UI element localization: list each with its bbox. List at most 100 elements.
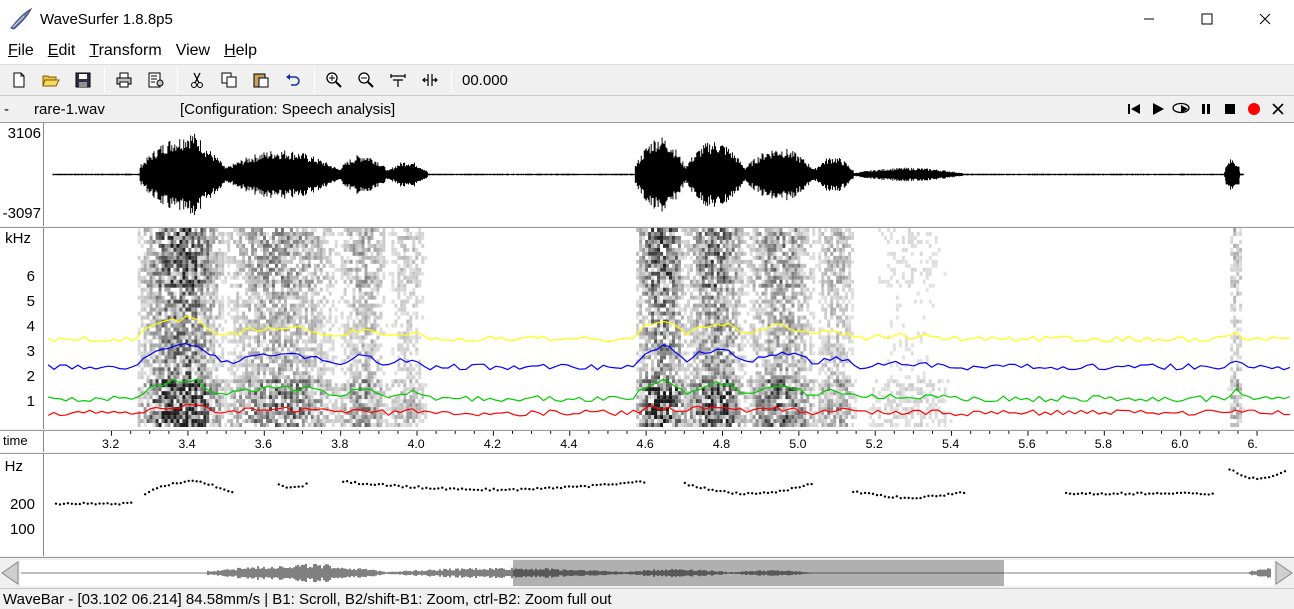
spectrogram-cell <box>657 283 661 288</box>
spectrogram-cell <box>286 319 290 324</box>
spectrogram-cell <box>654 399 658 404</box>
play-loop-button[interactable] <box>1170 98 1194 120</box>
copy-button[interactable] <box>216 67 242 93</box>
spectrogram-cell <box>277 251 281 256</box>
spectrogram-cell <box>182 299 186 304</box>
spectrogram-cell <box>277 331 281 336</box>
spectrogram-cell <box>307 423 311 428</box>
undo-button[interactable] <box>280 67 306 93</box>
zoom-selection-button[interactable] <box>385 67 411 93</box>
pause-button[interactable] <box>1194 98 1218 120</box>
spectrogram-cell <box>707 375 711 380</box>
spectrogram-cell <box>370 423 374 428</box>
spectrogram-cell <box>143 323 147 328</box>
spectrogram-cell <box>406 347 410 352</box>
spectrogram-cell <box>200 239 204 244</box>
spectrogram-cell <box>692 391 696 396</box>
spectrogram-cell <box>403 283 407 288</box>
spectrogram-cell <box>251 415 255 420</box>
spectrogram-cell <box>755 271 759 276</box>
spectrogram-cell <box>298 391 302 396</box>
spectrogram-cell <box>340 271 344 276</box>
spectrogram-pane[interactable]: kHz 6 5 4 3 2 1 <box>0 227 1294 429</box>
spectrogram-cell <box>722 415 726 420</box>
spectrogram-cell <box>218 251 222 256</box>
menu-edit[interactable]: Edit <box>48 42 76 60</box>
spectrogram-cell <box>728 327 732 332</box>
spectrogram-cell <box>140 351 144 356</box>
spectrogram-cell <box>657 411 661 416</box>
close-window-button[interactable] <box>1236 0 1294 38</box>
spectrogram-cell <box>740 347 744 352</box>
spectrogram-cell <box>674 391 678 396</box>
waveform-plot[interactable] <box>45 123 1294 226</box>
spectrogram-cell <box>277 235 281 240</box>
spectrogram-cell <box>242 419 246 424</box>
spectrogram-cell <box>164 263 168 268</box>
spectrogram-cell <box>310 323 314 328</box>
minimize-button[interactable] <box>1120 0 1178 38</box>
spectrogram-cell <box>194 255 198 260</box>
spectrogram-cell <box>188 251 192 256</box>
play-button[interactable] <box>1146 98 1170 120</box>
spectrogram-cell <box>343 287 347 292</box>
paste-button[interactable] <box>248 67 274 93</box>
cut-button[interactable] <box>184 67 210 93</box>
spectrogram-cell <box>701 307 705 312</box>
close-panel-button[interactable] <box>1266 98 1290 120</box>
spectrogram-cell <box>674 263 678 268</box>
print-button[interactable] <box>111 67 137 93</box>
waveform-pane[interactable]: 3106 -3097 <box>0 122 1294 226</box>
spectrogram-cell <box>179 263 183 268</box>
zoom-in-button[interactable] <box>321 67 347 93</box>
record-button[interactable] <box>1242 98 1266 120</box>
spectrogram-cell <box>734 279 738 284</box>
spectrogram-cell <box>155 263 159 268</box>
spectrogram-cell <box>370 259 374 264</box>
maximize-button[interactable] <box>1178 0 1236 38</box>
spectrogram-cell <box>358 383 362 388</box>
spectrogram-cell <box>230 283 234 288</box>
spectrogram-cell <box>349 363 353 368</box>
spectrogram-cell <box>728 243 732 248</box>
spectrogram-cell <box>316 379 320 384</box>
spectrogram-cell <box>268 295 272 300</box>
spectrogram-cell <box>254 287 258 292</box>
spectrogram-cell <box>149 251 153 256</box>
spectrogram-cell <box>310 315 314 320</box>
spectrogram-plot[interactable] <box>45 228 1294 429</box>
spectrogram-cell <box>280 391 284 396</box>
spectrogram-cell <box>158 287 162 292</box>
properties-button[interactable] <box>143 67 169 93</box>
menu-file[interactable]: File <box>8 42 34 60</box>
spectrogram-cell <box>746 291 750 296</box>
spectrogram-cell <box>713 331 717 336</box>
skip-start-button[interactable] <box>1122 98 1146 120</box>
menu-help[interactable]: Help <box>224 42 257 60</box>
spectrogram-cell <box>307 255 311 260</box>
spectrogram-cell <box>164 339 168 344</box>
spectrogram-cell <box>734 391 738 396</box>
spectrogram-cell <box>657 291 661 296</box>
new-file-button[interactable] <box>6 67 32 93</box>
spectrogram-cell <box>143 228 147 232</box>
panel-menu-button[interactable]: - <box>4 101 24 118</box>
save-button[interactable] <box>70 67 96 93</box>
spectrogram-cell <box>194 299 198 304</box>
spectrogram-cell <box>334 415 338 420</box>
open-button[interactable] <box>38 67 64 93</box>
zoom-out-button[interactable] <box>353 67 379 93</box>
spectrogram-cell <box>391 323 395 328</box>
menu-view[interactable]: View <box>176 42 210 60</box>
zoom-full-button[interactable] <box>417 67 443 93</box>
spectrogram-cell <box>669 395 672 400</box>
spectrogram-cell <box>352 275 356 280</box>
menu-transform[interactable]: Transform <box>89 42 161 60</box>
spectrogram-cell <box>666 263 670 268</box>
spectrogram-cell <box>289 363 293 368</box>
stop-button[interactable] <box>1218 98 1242 120</box>
spectrogram-cell <box>221 303 225 308</box>
spectrogram-cell <box>161 343 165 348</box>
spectrogram-cell <box>170 387 174 392</box>
spectrogram-cell <box>358 307 362 312</box>
